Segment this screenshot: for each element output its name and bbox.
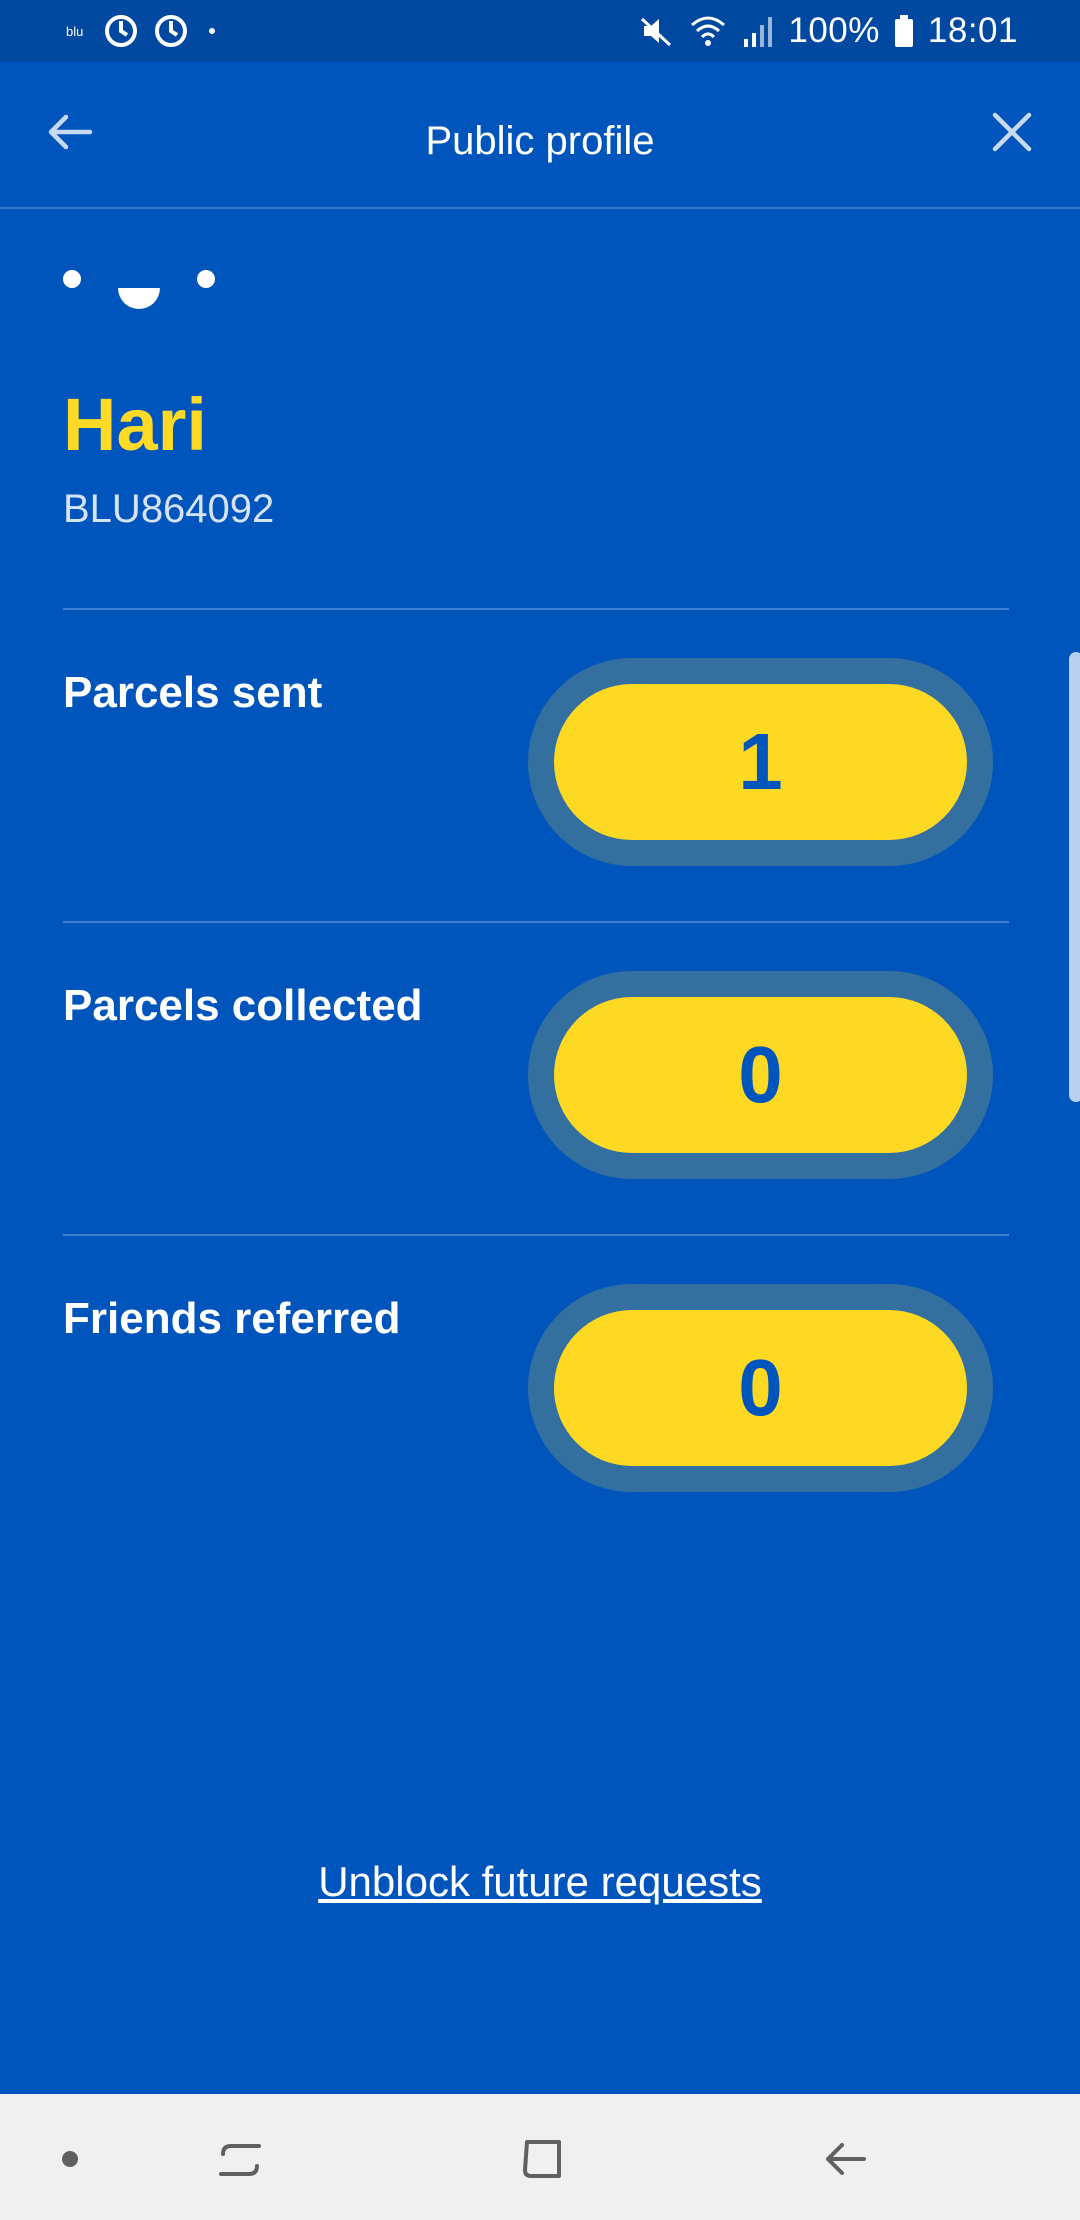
- stat-value: 0: [738, 1343, 783, 1432]
- home-icon: [523, 2140, 561, 2178]
- back-button[interactable]: [40, 102, 100, 162]
- profile-name: Hari: [63, 383, 207, 466]
- app-header: Public profile: [0, 62, 1080, 207]
- battery-icon: [894, 13, 914, 49]
- profile-id: BLU864092: [63, 487, 275, 531]
- stat-row-friends-referred: Friends referred 0: [0, 1284, 1080, 1504]
- stat-pill: 0: [528, 971, 993, 1179]
- nav-dot-icon: [62, 2151, 78, 2167]
- stat-value: 1: [738, 717, 783, 806]
- close-button[interactable]: [982, 102, 1042, 162]
- divider: [63, 921, 1009, 923]
- page-title: Public profile: [425, 119, 655, 163]
- stat-label: Parcels sent: [63, 668, 323, 717]
- stat-row-parcels-sent: Parcels sent 1: [0, 658, 1080, 878]
- stat-pill-inner: 0: [554, 1310, 967, 1466]
- stat-pill-inner: 0: [554, 997, 967, 1153]
- mute-icon: [638, 13, 674, 49]
- sync-icon: [153, 13, 189, 49]
- stat-pill: 1: [528, 658, 993, 866]
- scrollbar[interactable]: [1069, 652, 1080, 1102]
- header-divider: [0, 207, 1080, 209]
- stat-row-parcels-collected: Parcels collected 0: [0, 971, 1080, 1191]
- divider: [63, 1234, 1009, 1236]
- recent-apps-button[interactable]: [205, 2124, 275, 2194]
- recent-apps-icon: [219, 2144, 261, 2176]
- clock: 18:01: [927, 11, 1018, 50]
- navigation-bar: [0, 2094, 1080, 2220]
- status-left: blu: [66, 13, 216, 49]
- avatar: [62, 266, 222, 316]
- sync-icon: [103, 13, 139, 49]
- carrier-label: blu: [66, 23, 84, 39]
- stat-label: Parcels collected: [63, 981, 423, 1030]
- wifi-icon: [688, 13, 728, 49]
- arrow-left-icon: [48, 114, 93, 150]
- signal-icon: [742, 13, 774, 49]
- stat-label: Friends referred: [63, 1294, 401, 1343]
- status-right: 100% 18:01: [638, 11, 1018, 51]
- home-button[interactable]: [507, 2124, 577, 2194]
- notification-dot-icon: [209, 28, 216, 34]
- status-bar: blu 100% 18:01: [0, 0, 1080, 62]
- stat-value: 0: [738, 1030, 783, 1119]
- stat-pill-inner: 1: [554, 684, 967, 840]
- smiley-face-icon: [63, 270, 215, 309]
- divider: [63, 608, 1009, 610]
- close-icon: [992, 112, 1032, 152]
- unblock-requests-link[interactable]: Unblock future requests: [0, 1858, 1080, 1906]
- nav-back-button[interactable]: [810, 2124, 880, 2194]
- back-arrow-icon: [826, 2143, 866, 2175]
- battery-percent: 100%: [788, 11, 880, 50]
- stat-pill: 0: [528, 1284, 993, 1492]
